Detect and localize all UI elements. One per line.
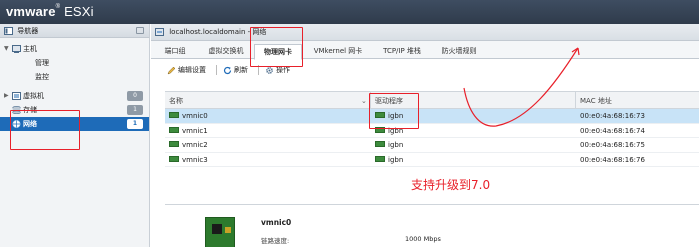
collapse-navigator-button[interactable]	[136, 27, 144, 34]
table-row[interactable]: vmnic2 igbn 00:e0:4a:68:16:75	[165, 138, 699, 153]
nic-name: vmnic3	[182, 155, 208, 164]
vm-icon	[12, 92, 21, 100]
annotation-box-nav	[10, 110, 80, 150]
driver-name: igbn	[388, 155, 404, 164]
nav-item-vms[interactable]: ▶ 虚拟机 0	[0, 89, 149, 103]
nic-icon	[169, 141, 179, 147]
link-speed-label: 链路速度:	[261, 237, 290, 245]
driver-cell: igbn	[371, 138, 403, 153]
detail-title: vmnic0	[261, 218, 292, 227]
navigator-title: 导航器	[17, 27, 39, 35]
refresh-icon	[223, 66, 232, 74]
nav-item-host[interactable]: ▼ 主机	[0, 42, 149, 56]
nic-icon	[169, 155, 179, 162]
nav-item-monitor[interactable]: 监控	[0, 70, 149, 84]
refresh-button[interactable]: 刷新	[223, 59, 248, 81]
esxi-host-client: vmware® ESXi 导航器 ▼ 主机 管理 监控 ▶ 虚拟机 0 存储 1…	[0, 0, 699, 247]
table-header: 名称 ⌄ 驱动程序 MAC 地址	[165, 91, 699, 110]
nav-item-label: 监控	[35, 73, 49, 81]
network-icon	[155, 28, 164, 36]
name-cell: vmnic3	[165, 153, 208, 168]
expand-triangle-icon[interactable]: ▶	[4, 89, 9, 103]
name-cell: vmnic2	[165, 138, 208, 153]
expand-triangle-icon[interactable]: ▼	[4, 42, 9, 56]
physical-nics-table: 名称 ⌄ 驱动程序 MAC 地址 vmnic0 igbn 00:e0:4a:68…	[165, 91, 699, 167]
nav-item-manage[interactable]: 管理	[0, 56, 149, 70]
edit-settings-button[interactable]: 编辑设置	[167, 59, 206, 81]
host-icon	[12, 45, 21, 53]
nic-detail-panel: vmnic0 链路速度: 1000 Mbps	[165, 204, 699, 247]
nav-item-label: 管理	[35, 59, 49, 67]
nic-name: vmnic1	[182, 126, 208, 135]
chip-shape	[212, 224, 222, 234]
annotation-text: 支持升级到7.0	[411, 178, 491, 192]
driver-cell: igbn	[371, 153, 403, 168]
toolbar-separator	[216, 65, 217, 75]
chevron-down-icon[interactable]: ⌄	[361, 92, 367, 110]
count-badge: 1	[127, 105, 143, 115]
annotation-box-driver	[369, 93, 419, 129]
top-bar: vmware® ESXi	[0, 0, 699, 24]
product-name: ESXi	[64, 4, 94, 19]
annotation-arrow	[463, 47, 580, 127]
table-row[interactable]: vmnic1 igbn 00:e0:4a:68:16:74	[165, 124, 699, 139]
mac-cell: 00:e0:4a:68:16:76	[580, 155, 645, 164]
refresh-label: 刷新	[234, 66, 248, 74]
nav-item-label: 主机	[23, 45, 37, 53]
nic-icon	[169, 112, 179, 118]
annotation-box-breadcrumb-tab	[250, 27, 303, 67]
actions-label: 操作	[276, 66, 290, 74]
edit-settings-label: 编辑设置	[178, 66, 206, 74]
name-cell: vmnic1	[165, 124, 208, 139]
driver-name: igbn	[388, 141, 404, 149]
count-badge: 1	[127, 119, 143, 129]
nic-name: vmnic2	[182, 141, 208, 149]
column-header-name[interactable]: 名称	[165, 92, 355, 110]
network-card-image	[205, 217, 235, 247]
tab-port-groups[interactable]: 端口组	[157, 45, 193, 59]
name-cell: vmnic0	[165, 109, 208, 124]
column-header-mac[interactable]: MAC 地址	[576, 92, 696, 110]
toolbar: 编辑设置 刷新 操作	[151, 59, 699, 81]
tab-tcpip-stacks[interactable]: TCP/IP 堆栈	[377, 45, 427, 59]
table-row[interactable]: vmnic3 igbn 00:e0:4a:68:16:76	[165, 153, 699, 168]
navigator-icon	[4, 27, 13, 35]
pencil-icon	[167, 66, 176, 74]
tab-vmkernel-nics[interactable]: VMkernel 网卡	[309, 45, 367, 59]
nic-icon	[375, 155, 385, 162]
brand-name: vmware	[6, 4, 56, 19]
tab-virtual-switches[interactable]: 虚拟交换机	[201, 45, 251, 59]
nic-icon	[169, 126, 179, 133]
vmware-logo: vmware® ESXi	[6, 4, 94, 19]
tab-bar: 端口组 虚拟交换机 物理网卡 VMkernel 网卡 TCP/IP 堆栈 防火墙…	[151, 41, 699, 60]
nic-icon	[375, 141, 385, 147]
table-row[interactable]: vmnic0 igbn 00:e0:4a:68:16:73	[165, 109, 699, 124]
nav-item-label: 虚拟机	[23, 92, 44, 100]
breadcrumb: localhost.localdomain - 网络	[151, 24, 699, 41]
navigator-header: 导航器	[0, 24, 149, 38]
link-speed-value: 1000 Mbps	[405, 235, 441, 243]
nic-name: vmnic0	[182, 112, 208, 120]
main-panel: localhost.localdomain - 网络 端口组 虚拟交换机 物理网…	[151, 24, 699, 247]
count-badge: 0	[127, 91, 143, 101]
chip-shape	[225, 227, 231, 233]
registered-mark: ®	[55, 4, 61, 10]
